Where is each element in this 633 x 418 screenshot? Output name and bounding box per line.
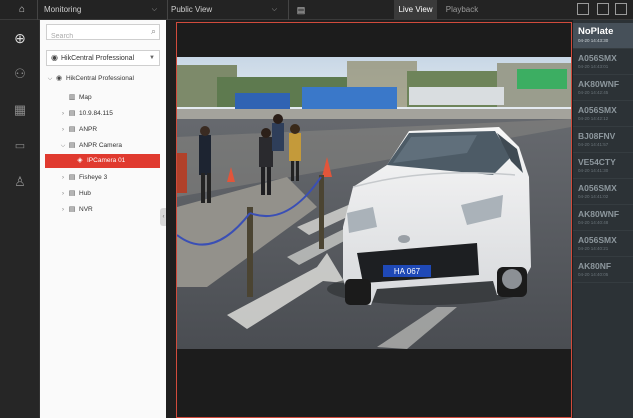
device-icon: ▤ — [68, 174, 76, 181]
expand-arrow-icon[interactable]: › — [59, 203, 67, 217]
plate-time: 04-20 14:41:57 — [578, 142, 609, 147]
camera-icon: ◈ — [77, 157, 83, 164]
plate-time: 04-20 14:43:30 — [578, 38, 609, 43]
tree-node-label: 10.9.84.115 — [79, 110, 113, 117]
top-toolbar: ⌂ Monitoring ⌵ Public View ⌵ ▤ Live View… — [0, 0, 633, 20]
plate-record[interactable]: BJ08FNV 04-20 14:41:57 — [573, 127, 633, 153]
live-view-area: HA 067 — [166, 20, 573, 418]
device-icon: ▤ — [68, 126, 76, 133]
plate-number: AK80WNF — [578, 79, 620, 89]
expand-arrow-icon[interactable]: ⌵ — [59, 139, 67, 153]
plate-record[interactable]: A056SMX 04-20 14:41:02 — [573, 179, 633, 205]
tree-node-label: NVR — [79, 206, 93, 213]
module-dropdown[interactable]: Monitoring ⌵ — [37, 0, 161, 20]
tree-node-label: Fisheye 3 — [79, 174, 108, 181]
tree-node-label: Hub — [79, 190, 91, 197]
video-window[interactable]: HA 067 — [176, 22, 572, 418]
expand-arrow-icon[interactable]: ⌵ — [46, 72, 54, 86]
search-box[interactable]: ⌕ — [46, 24, 160, 44]
plate-number: A056SMX — [578, 105, 617, 115]
plate-time: 04-20 14:42:45 — [578, 90, 609, 95]
tree-node-label: ANPR Camera — [79, 142, 122, 149]
plate-number: NoPlate — [578, 26, 614, 37]
search-input[interactable] — [47, 29, 141, 44]
chevron-down-icon: ⌵ — [151, 6, 157, 13]
site-dropdown-label: HikCentral Professional — [60, 55, 135, 62]
expand-arrow-icon[interactable]: › — [59, 123, 67, 137]
tree-node-device[interactable]: ⌵ ▤ ANPR Camera — [40, 139, 185, 153]
globe-icon[interactable]: ⊕ — [10, 28, 30, 48]
plate-time: 04-20 14:41:02 — [578, 194, 609, 199]
chevron-down-icon: ⌵ — [271, 6, 277, 13]
tree-node-device[interactable]: › ▤ Fisheye 3 — [40, 171, 185, 185]
view-dropdown[interactable]: Public View ⌵ — [167, 0, 281, 20]
grid-icon[interactable]: ▦ — [10, 100, 30, 120]
tab-live-view[interactable]: Live View — [394, 0, 437, 20]
device-icon: ▤ — [68, 142, 76, 149]
device-icon: ▤ — [68, 110, 76, 117]
fullscreen-icon[interactable] — [615, 3, 627, 15]
plate-record[interactable]: NoPlate 04-20 14:43:30 — [573, 23, 633, 49]
plate-number: A056SMX — [578, 53, 617, 63]
tree-node-device[interactable]: › ▤ 10.9.84.115 — [40, 107, 185, 121]
person-icon[interactable]: ♙ — [10, 172, 30, 192]
plate-number: AK80WNF — [578, 209, 620, 219]
plate-number: BJ08FNV — [578, 131, 616, 141]
tree-node-root[interactable]: ⌵ ◉ HikCentral Professional — [40, 72, 172, 86]
plate-record[interactable]: AK80WNF 04-20 14:42:45 — [573, 75, 633, 101]
layout-icon[interactable] — [577, 3, 589, 15]
tree-node-device[interactable]: › ▤ ANPR — [40, 123, 185, 137]
device-icon: ▤ — [68, 206, 76, 213]
view-dropdown-label: Public View — [171, 5, 213, 14]
module-dropdown-label: Monitoring — [44, 5, 82, 14]
expand-arrow-icon[interactable]: › — [59, 171, 67, 185]
tab-playback[interactable]: Playback — [442, 0, 482, 20]
camera-video-frame: HA 067 — [177, 57, 571, 349]
monitor-icon[interactable]: ▭ — [10, 136, 30, 156]
plate-number: AK80NF — [578, 261, 612, 271]
tree-node-label: ANPR — [79, 126, 98, 133]
window-restore-icon[interactable] — [597, 3, 609, 15]
site-dropdown[interactable]: ◉ HikCentral Professional ▼ — [46, 50, 160, 66]
device-icon: ▤ — [68, 190, 76, 197]
plate-recognition-list: NoPlate 04-20 14:43:30 A056SMX 04-20 14:… — [573, 20, 633, 418]
expand-arrow-icon[interactable]: › — [59, 187, 67, 201]
plate-time: 04-20 14:40:48 — [578, 220, 609, 225]
plate-time: 04-20 14:40:21 — [578, 246, 609, 251]
plate-record[interactable]: A056SMX 04-20 14:42:12 — [573, 101, 633, 127]
tree-node-label: Map — [79, 94, 92, 101]
map-icon: ▥ — [68, 94, 76, 101]
plate-record[interactable]: VE54CTY 04-20 14:41:30 — [573, 153, 633, 179]
plate-time: 04-20 14:43:01 — [578, 64, 609, 69]
plate-record[interactable]: AK80WNF 04-20 14:40:48 — [573, 205, 633, 231]
plate-time: 04-20 14:40:05 — [578, 272, 609, 277]
tree-node-label: IPCamera 01 — [87, 157, 126, 164]
tree-node-device[interactable]: › ▤ Hub — [40, 187, 185, 201]
globe-icon: ◉ — [55, 75, 63, 82]
home-icon[interactable]: ⌂ — [13, 0, 31, 20]
tree-node-label: HikCentral Professional — [66, 75, 134, 82]
plate-time: 04-20 14:41:30 — [578, 168, 609, 173]
globe-icon: ◉ — [51, 53, 58, 62]
chevron-down-icon: ▼ — [149, 55, 155, 61]
plate-record[interactable]: A056SMX 04-20 14:43:01 — [573, 49, 633, 75]
plate-record[interactable]: AK80NF 04-20 14:40:05 — [573, 257, 633, 283]
left-nav-bar: ⊕ ⚇ ▦ ▭ ♙ — [0, 20, 40, 418]
save-view-icon[interactable]: ▤ — [288, 0, 309, 20]
tree-node-camera-selected[interactable]: ◈ IPCamera 01 — [45, 154, 160, 168]
tree-node-map[interactable]: ▥ Map — [40, 91, 185, 105]
plate-number: VE54CTY — [578, 157, 616, 167]
license-plate-text: HA 067 — [394, 267, 421, 276]
resource-tree-panel: ⌕ ◉HikCentral Professional ▼ ⌵◉HikCentra… — [40, 20, 166, 418]
plate-number: A056SMX — [578, 235, 617, 245]
plate-number: A056SMX — [578, 183, 617, 193]
plate-record[interactable]: A056SMX 04-20 14:40:21 — [573, 231, 633, 257]
search-icon[interactable]: ⌕ — [151, 26, 156, 37]
plate-time: 04-20 14:42:12 — [578, 116, 609, 121]
expand-arrow-icon[interactable]: › — [59, 107, 67, 121]
people-icon[interactable]: ⚇ — [10, 64, 30, 84]
